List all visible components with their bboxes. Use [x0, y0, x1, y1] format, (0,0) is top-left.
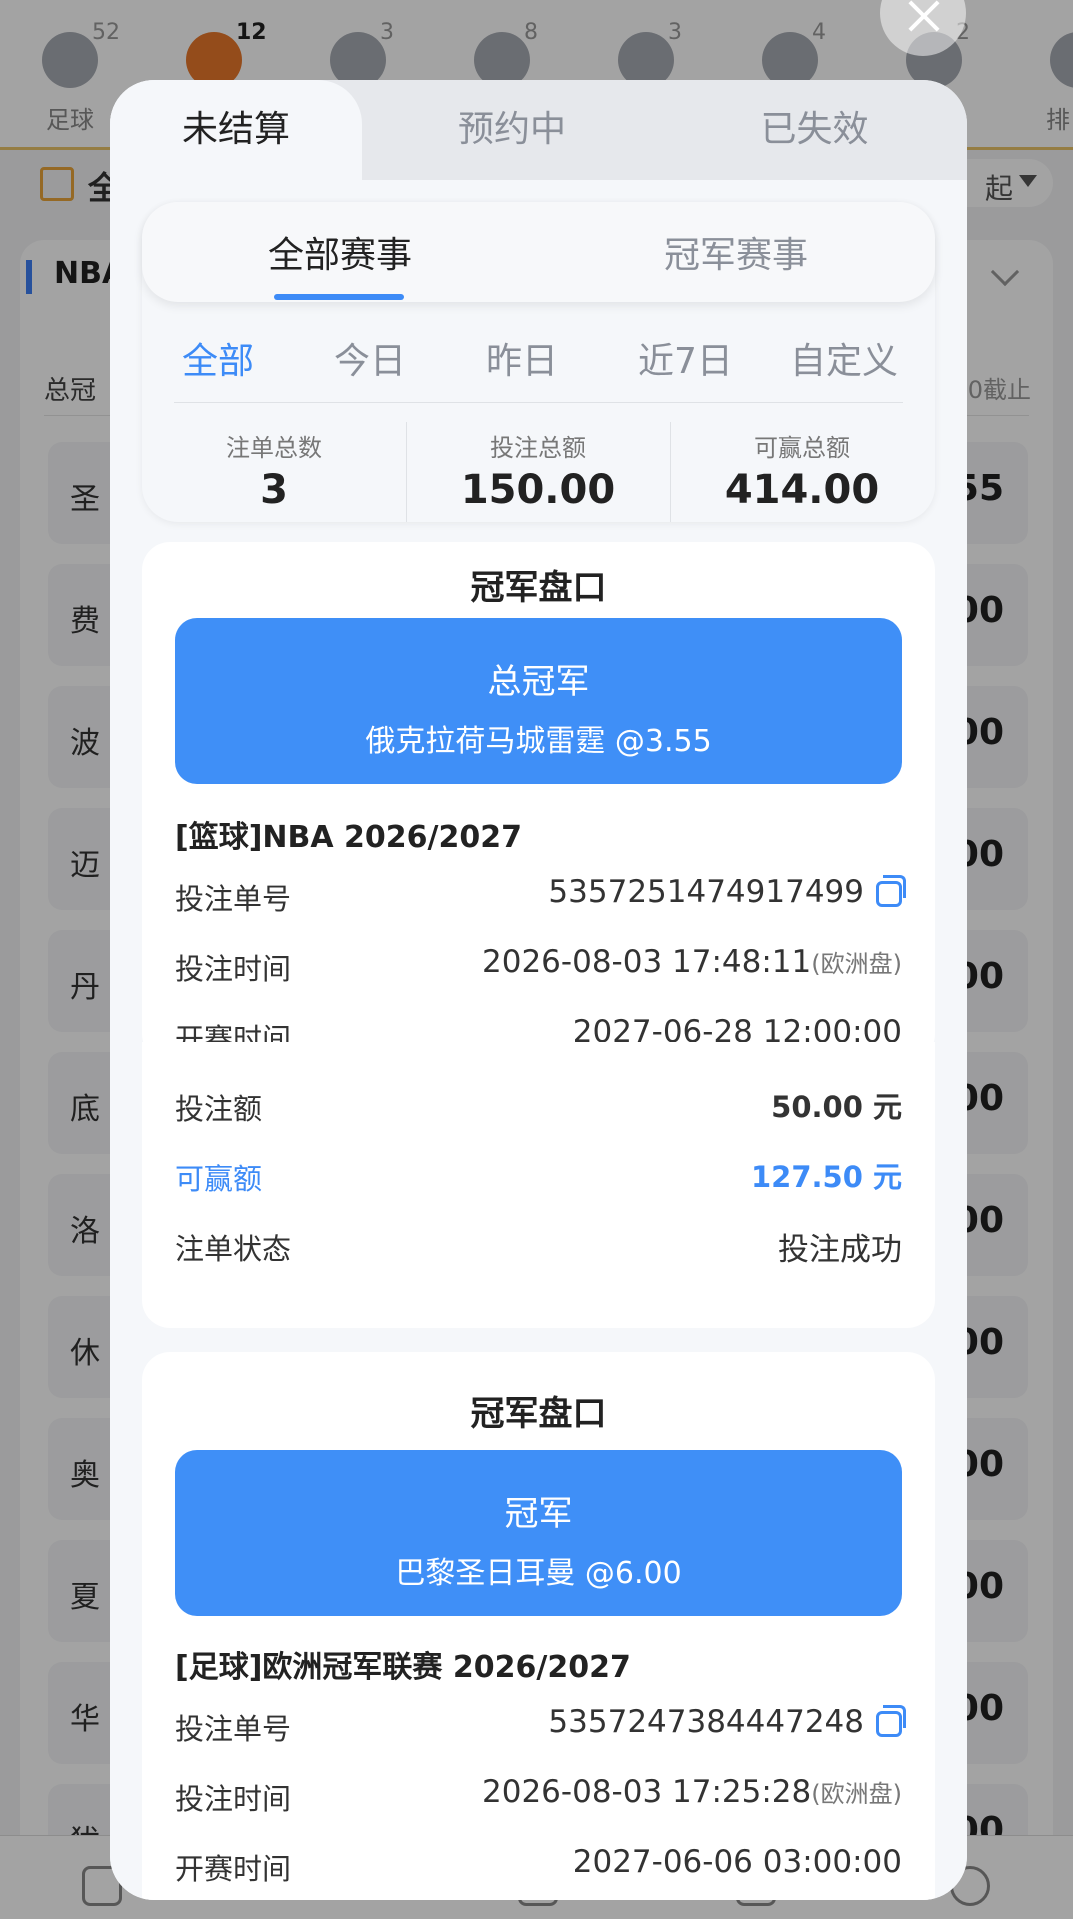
bet-card-footer: 投注额 50.00 元 可赢额 127.50 元 注单状态 投注成功: [142, 1042, 935, 1328]
bet-records-modal: 未结算 预约中 已失效 全部赛事 冠军赛事 全部 今日 昨日 近7日 自定义 注…: [110, 80, 967, 1900]
stat-label: 可赢总额: [754, 434, 850, 462]
tab-champion-events[interactable]: 冠军赛事: [664, 226, 808, 278]
row-value: 2026-08-03 17:48:11(欧洲盘): [482, 944, 902, 980]
bet-pick: 冠军 巴黎圣日耳曼 @6.00: [175, 1450, 902, 1616]
row-label: 投注单号: [175, 1712, 292, 1746]
row-value: 投注成功: [778, 1232, 902, 1268]
row-label: 投注额: [175, 1092, 263, 1126]
tab-expired[interactable]: 已失效: [662, 80, 967, 180]
row-label: 投注时间: [175, 1782, 292, 1816]
date-filter-custom[interactable]: 自定义: [790, 332, 898, 384]
date-filter-today[interactable]: 今日: [334, 332, 406, 384]
stat-total-stake: 投注总额 150.00: [406, 428, 670, 513]
date-filter-7days[interactable]: 近7日: [638, 332, 733, 384]
date-filter-all[interactable]: 全部: [182, 332, 254, 384]
row-value: 2026-08-03 17:25:28(欧洲盘): [482, 1774, 902, 1810]
order-number: 5357247384447248: [548, 1704, 864, 1740]
row-status: 注单状态 投注成功: [175, 1218, 902, 1268]
filter-card: 全部赛事 冠军赛事 全部 今日 昨日 近7日 自定义 注单总数 3 投注总额 1…: [142, 202, 935, 522]
order-number: 5357251474917499: [548, 874, 864, 910]
bet-pick: 总冠军 俄克拉荷马城雷霆 @3.55: [175, 618, 902, 784]
row-bet-time: 投注时间 2026-08-03 17:48:11(欧洲盘): [175, 938, 902, 988]
tab-reserved[interactable]: 预约中: [362, 80, 662, 180]
bet-event: [足球]欧洲冠军联赛 2026/2027: [175, 1650, 631, 1685]
row-value: 2027-06-06 03:00:00: [572, 1844, 902, 1880]
status-tabs: 未结算 预约中 已失效: [110, 80, 967, 180]
bet-time: 2026-08-03 17:25:28: [482, 1774, 812, 1810]
stat-label: 注单总数: [226, 434, 322, 462]
event-type-tabs: 全部赛事 冠军赛事: [142, 202, 935, 302]
pick-selection: 俄克拉荷马城雷霆 @3.55: [365, 724, 712, 759]
stat-total-win: 可赢总额 414.00: [670, 428, 934, 513]
divider: [174, 402, 903, 403]
row-label: 投注单号: [175, 882, 292, 916]
pick-title: 总冠军: [487, 662, 590, 702]
bet-event: [篮球]NBA 2026/2027: [175, 820, 523, 855]
row-label: 投注时间: [175, 952, 292, 986]
row-label: 可赢额: [175, 1162, 263, 1196]
row-value: 5357247384447248: [548, 1704, 906, 1740]
row-value: 50.00 元: [771, 1090, 902, 1124]
date-filter-yesterday[interactable]: 昨日: [486, 332, 558, 384]
row-label: 注单状态: [175, 1232, 292, 1266]
row-win: 可赢额 127.50 元: [175, 1148, 902, 1198]
stat-total-bets: 注单总数 3: [142, 428, 406, 513]
stat-label: 投注总额: [490, 434, 586, 462]
odds-type: (欧洲盘): [811, 950, 902, 978]
pick-title: 冠军: [504, 1494, 573, 1534]
row-bet-time: 投注时间 2026-08-03 17:25:28(欧洲盘): [175, 1768, 902, 1818]
odds-type: (欧洲盘): [811, 1780, 902, 1808]
row-order-number: 投注单号 5357247384447248: [175, 1698, 906, 1748]
bet-market: 冠军盘口: [470, 1394, 607, 1434]
bet-time: 2026-08-03 17:48:11: [482, 944, 812, 980]
bet-card: 冠军盘口 总冠军 俄克拉荷马城雷霆 @3.55 [篮球]NBA 2026/202…: [142, 542, 935, 1062]
bet-card: 冠军盘口 冠军 巴黎圣日耳曼 @6.00 [足球]欧洲冠军联赛 2026/202…: [142, 1352, 935, 1900]
stat-value: 414.00: [724, 467, 880, 513]
copy-icon[interactable]: [876, 1704, 906, 1737]
tab-all-events[interactable]: 全部赛事: [268, 226, 412, 278]
pick-selection: 巴黎圣日耳曼 @6.00: [395, 1556, 682, 1591]
row-value: 127.50 元: [750, 1160, 902, 1194]
stat-value: 150.00: [460, 467, 616, 513]
stat-value: 3: [260, 467, 288, 513]
row-label: 开赛时间: [175, 1852, 292, 1886]
copy-icon[interactable]: [876, 874, 906, 907]
row-value: 5357251474917499: [548, 874, 906, 910]
row-start-time: 开赛时间 2027-06-06 03:00:00: [175, 1838, 902, 1888]
tab-unsettled[interactable]: 未结算: [110, 80, 362, 180]
bet-market: 冠军盘口: [470, 568, 607, 608]
row-stake: 投注额 50.00 元: [175, 1078, 902, 1128]
row-order-number: 投注单号 5357251474917499: [175, 868, 906, 918]
active-tab-indicator: [274, 294, 404, 300]
